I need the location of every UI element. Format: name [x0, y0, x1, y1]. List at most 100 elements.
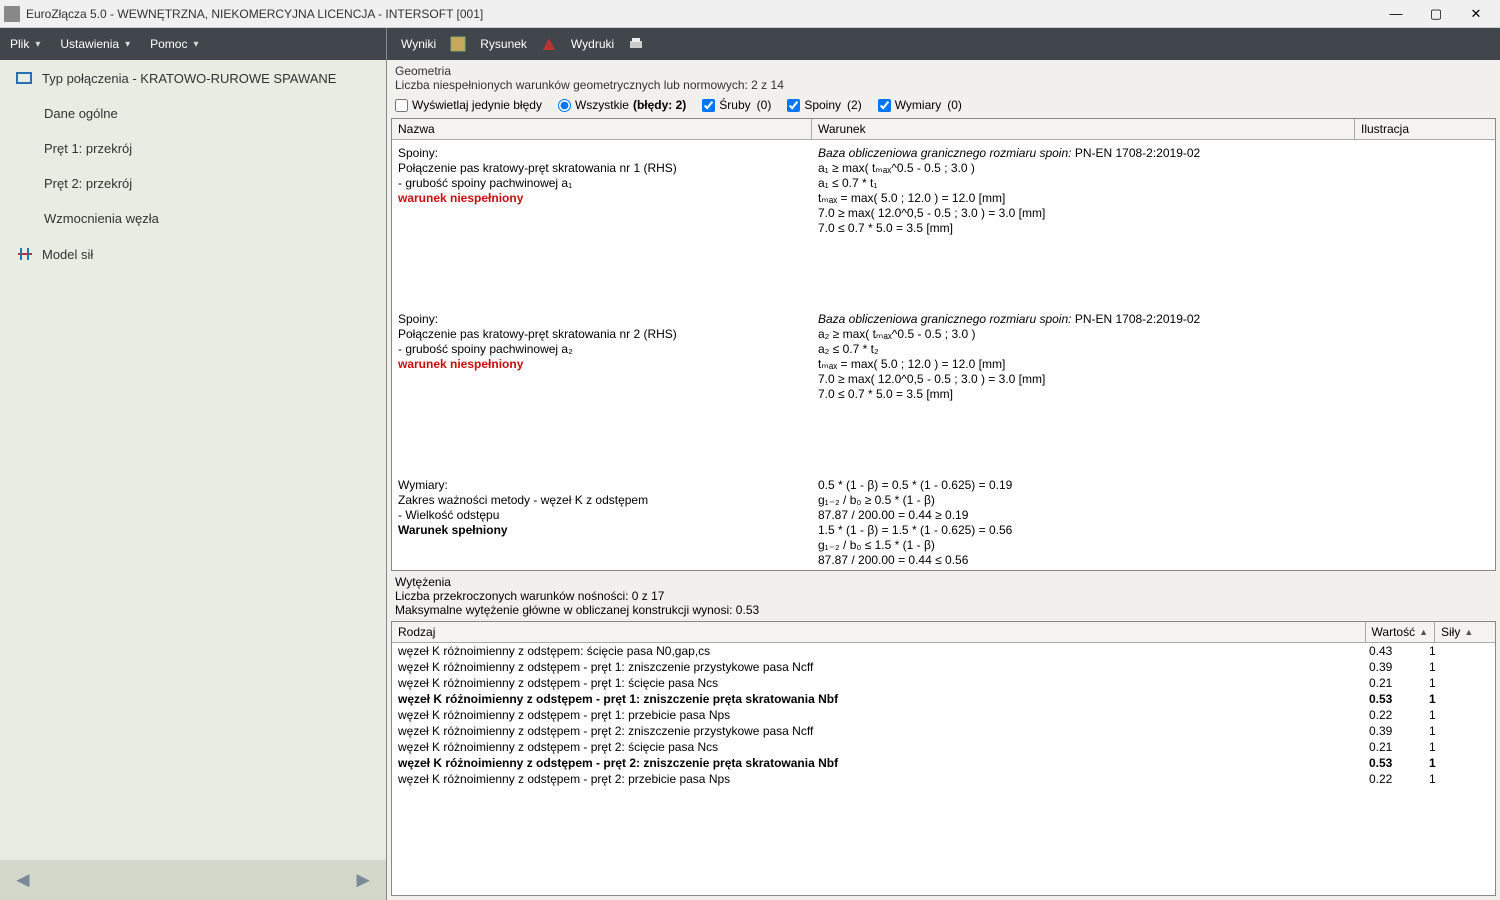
filter-sruby[interactable]: Śruby (0) [702, 98, 771, 112]
filter-wymiary[interactable]: Wymiary (0) [878, 98, 962, 112]
menu-plik-label: Plik [10, 37, 29, 51]
col-rodzaj[interactable]: Rodzaj [392, 622, 1366, 642]
nav-model-label: Model sił [42, 247, 93, 262]
toolbar-rysunek-label: Rysunek [480, 37, 527, 51]
menu-ustawienia[interactable]: Ustawienia ▾ [50, 28, 140, 60]
filter-spoiny-count: (2) [847, 98, 862, 112]
radio[interactable] [558, 99, 571, 112]
chevron-down-icon: ▾ [35, 39, 40, 50]
col-ilustracja[interactable]: Ilustracja [1355, 119, 1495, 139]
wytezenia-row[interactable]: węzeł K różnoimienny z odstępem: ścięcie… [392, 643, 1495, 659]
chevron-down-icon: ▾ [125, 39, 130, 50]
wytezenia-row[interactable]: węzeł K różnoimienny z odstępem - pręt 1… [392, 707, 1495, 723]
toolbar-wydruki[interactable]: Wydruki [565, 28, 620, 60]
left-panel: Plik ▾ Ustawienia ▾ Pomoc ▾ Typ połączenia … [0, 28, 386, 900]
results-grid-body[interactable]: Spoiny:Połączenie pas kratowy-pręt skrat… [392, 140, 1495, 570]
drawing-icon[interactable] [541, 36, 557, 52]
wyt-summary1: Liczba przekroczonych warunków nośności:… [395, 589, 1492, 603]
toolbar-rysunek[interactable]: Rysunek [474, 28, 533, 60]
menu-pomoc-label: Pomoc [150, 37, 187, 51]
filter-bar: Wyświetlaj jedynie błędy Wszystkie (błęd… [387, 94, 1500, 118]
toolbar-wydruki-label: Wydruki [571, 37, 614, 51]
checkbox[interactable] [395, 99, 408, 112]
geom-header: Geometria Liczba niespełnionych warunków… [387, 60, 1500, 94]
nav-dane[interactable]: Dane ogólne [0, 96, 386, 131]
app-icon [4, 6, 20, 22]
filter-errors-count: (błędy: 2) [633, 98, 686, 112]
geom-title: Geometria [395, 64, 1492, 78]
filter-wymiary-label: Wymiary [895, 98, 942, 112]
nav-dane-label: Dane ogólne [44, 106, 118, 121]
nav-typ[interactable]: Typ połączenia - KRATOWO-RUROWE SPAWANE [0, 60, 386, 96]
menu-bar: Plik ▾ Ustawienia ▾ Pomoc ▾ [0, 28, 386, 60]
nav-pret2[interactable]: Pręt 2: przekrój [0, 166, 386, 201]
menu-ustawienia-label: Ustawienia [60, 37, 119, 51]
col-warunek[interactable]: Warunek [812, 119, 1355, 139]
minimize-button[interactable]: — [1376, 2, 1416, 26]
wytezenia-row[interactable]: węzeł K różnoimienny z odstępem - pręt 2… [392, 755, 1495, 771]
wytezenia-grid-body[interactable]: węzeł K różnoimienny z odstępem: ścięcie… [392, 643, 1495, 895]
maximize-button[interactable]: ▢ [1416, 2, 1456, 26]
col-rodzaj-label: Rodzaj [398, 625, 435, 639]
col-wartosc[interactable]: Wartość▲ [1366, 622, 1435, 642]
wytezenia-row[interactable]: węzeł K różnoimienny z odstępem - pręt 2… [392, 739, 1495, 755]
next-arrow-icon[interactable]: ► [352, 867, 374, 893]
filter-only-errors-label: Wyświetlaj jedynie błędy [412, 98, 542, 112]
menu-pomoc[interactable]: Pomoc ▾ [140, 28, 208, 60]
nav-typ-label: Typ połączenia - KRATOWO-RUROWE SPAWANE [42, 71, 336, 86]
nav-wzm[interactable]: Wzmocnienia węzła [0, 201, 386, 236]
checkbox[interactable] [702, 99, 715, 112]
wyt-title: Wytężenia [395, 575, 1492, 589]
wytezenia-section: Wytężenia Liczba przekroczonych warunków… [387, 571, 1500, 900]
wytezenia-grid: Rodzaj Wartość▲ Siły ▲ węzeł K różnoimien… [391, 621, 1496, 896]
result-row[interactable]: Spoiny:Połączenie pas kratowy-pręt skrat… [392, 306, 1495, 412]
wytezenia-row[interactable]: węzeł K różnoimienny z odstępem - pręt 2… [392, 723, 1495, 739]
filter-sruby-label: Śruby [719, 98, 750, 112]
col-sily-label: Siły [1441, 625, 1460, 639]
wytezenia-row[interactable]: węzeł K różnoimienny z odstępem - pręt 1… [392, 691, 1495, 707]
wyt-summary2: Maksymalne wytężenie główne w obliczanej… [395, 603, 1492, 617]
nav-pret1[interactable]: Pręt 1: przekrój [0, 131, 386, 166]
sort-asc-icon: ▲ [1464, 627, 1473, 637]
wytezenia-row[interactable]: węzeł K różnoimienny z odstępem - pręt 1… [392, 675, 1495, 691]
window-controls: — ▢ ✕ [1376, 2, 1496, 26]
toolbar-wyniki[interactable]: Wyniki [395, 28, 442, 60]
titlebar: EuroZłącza 5.0 - WEWNĘTRZNA, NIEKOMERCYJ… [0, 0, 1500, 28]
col-wartosc-label: Wartość [1372, 625, 1416, 639]
print-icon[interactable] [628, 36, 644, 52]
result-row[interactable]: Spoiny:Połączenie pas kratowy-pręt skrat… [392, 140, 1495, 246]
filter-all-label: Wszystkie [575, 98, 629, 112]
filter-sruby-count: (0) [757, 98, 772, 112]
nav-pret2-label: Pręt 2: przekrój [44, 176, 132, 191]
nav-tree: Typ połączenia - KRATOWO-RUROWE SPAWANE … [0, 60, 386, 860]
prev-arrow-icon[interactable]: ◄ [12, 867, 34, 893]
menu-plik[interactable]: Plik ▾ [0, 28, 50, 60]
close-button[interactable]: ✕ [1456, 2, 1496, 26]
wytezenia-grid-header: Rodzaj Wartość▲ Siły ▲ [392, 622, 1495, 643]
result-row[interactable]: Wymiary:Zakres ważności metody - węzeł K… [392, 472, 1495, 570]
toolbar: Wyniki Rysunek Wydruki [387, 28, 1500, 60]
toolbar-wyniki-label: Wyniki [401, 37, 436, 51]
nav-pager: ◄ ► [0, 860, 386, 900]
checkbox[interactable] [787, 99, 800, 112]
col-sily[interactable]: Siły ▲ [1435, 622, 1495, 642]
model-sil-icon [16, 246, 34, 262]
filter-wymiary-count: (0) [947, 98, 962, 112]
right-panel: Wyniki Rysunek Wydruki Geometria Liczba … [386, 28, 1500, 900]
nav-pret1-label: Pręt 1: przekrój [44, 141, 132, 156]
filter-all[interactable]: Wszystkie (błędy: 2) [558, 98, 686, 112]
window-title: EuroZłącza 5.0 - WEWNĘTRZNA, NIEKOMERCYJ… [26, 7, 1376, 21]
results-icon[interactable] [450, 36, 466, 52]
connection-type-icon [16, 70, 34, 86]
checkbox[interactable] [878, 99, 891, 112]
filter-spoiny[interactable]: Spoiny (2) [787, 98, 861, 112]
filter-only-errors[interactable]: Wyświetlaj jedynie błędy [395, 98, 542, 112]
col-nazwa[interactable]: Nazwa [392, 119, 812, 139]
wytezenia-header: Wytężenia Liczba przekroczonych warunków… [387, 571, 1500, 619]
wytezenia-row[interactable]: węzeł K różnoimienny z odstępem - pręt 1… [392, 659, 1495, 675]
results-grid-header: Nazwa Warunek Ilustracja [392, 119, 1495, 140]
nav-model[interactable]: Model sił [0, 236, 386, 272]
nav-wzm-label: Wzmocnienia węzła [44, 211, 159, 226]
chevron-down-icon: ▾ [193, 39, 198, 50]
wytezenia-row[interactable]: węzeł K różnoimienny z odstępem - pręt 2… [392, 771, 1495, 787]
